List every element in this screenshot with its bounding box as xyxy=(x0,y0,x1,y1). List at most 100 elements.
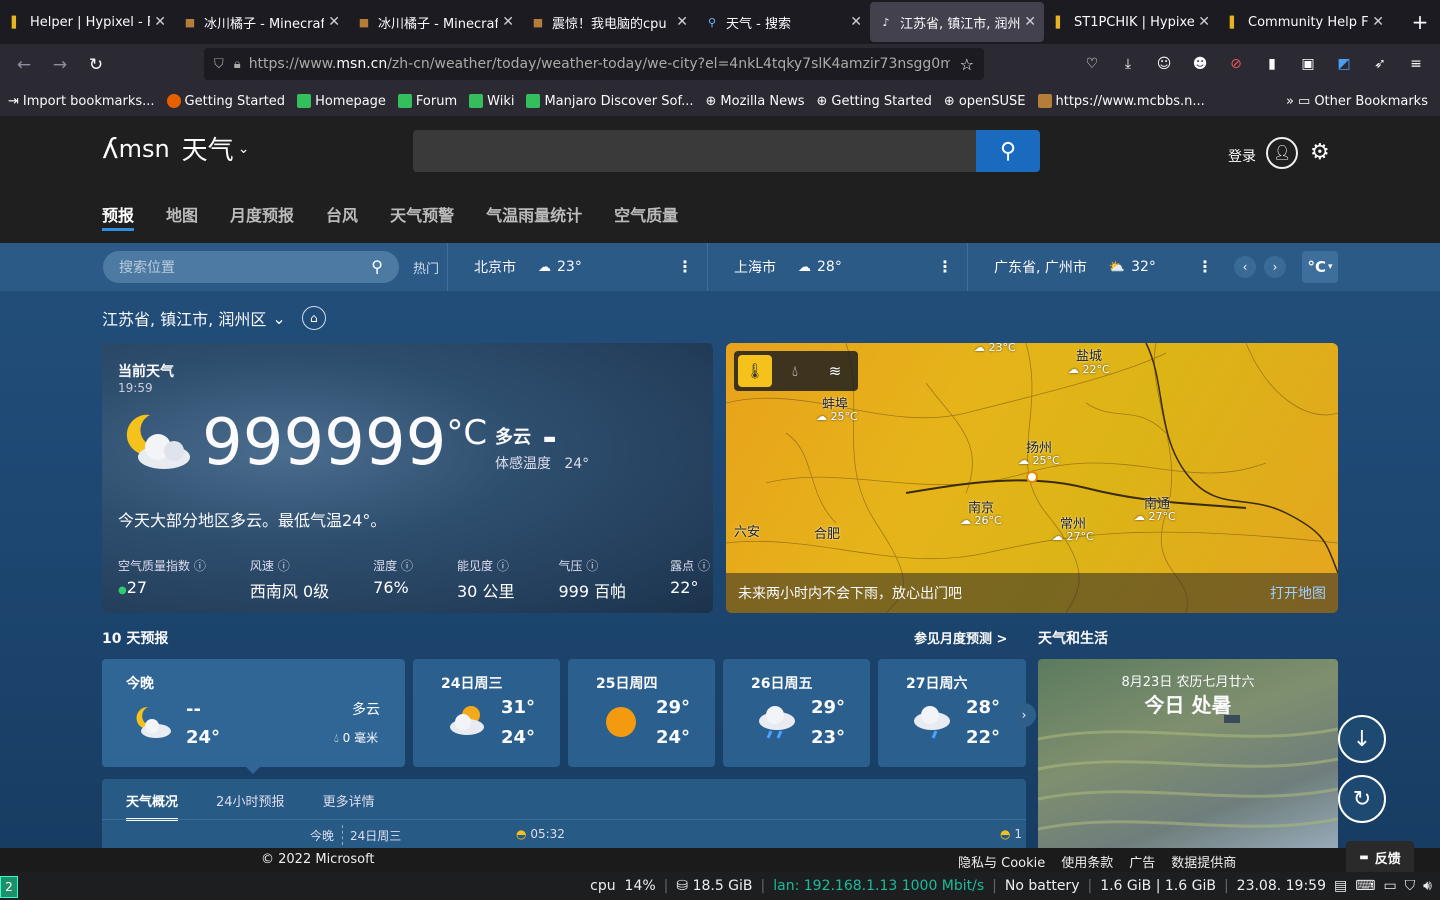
extension-avatar-icon[interactable]: ☺ xyxy=(1148,48,1180,80)
wind-icon[interactable]: ≋ xyxy=(818,355,852,387)
account-avatar-icon[interactable]: 👤︎ xyxy=(1266,137,1298,169)
hot-city[interactable]: 上海市 ☁ 28° ⋮ xyxy=(707,243,967,291)
stat-aqi[interactable]: 空气质量指数 ⓘ ●27 xyxy=(118,557,206,602)
lock-icon[interactable]: 🔒︎ xyxy=(234,57,241,72)
weather-map-card[interactable]: 🌡︎ 💧︎ ≋ ☁ 23°C 盐城 ☁ 22°C 蚌埠 ☁ 25°C 扬州 ☁ … xyxy=(726,343,1338,613)
more-icon[interactable]: ⋮ xyxy=(677,257,693,276)
browser-tab[interactable]: ■ 冰川橘子 - Minecraft ✕ xyxy=(174,2,348,42)
clock[interactable]: 23.08. 19:59 xyxy=(1237,878,1326,894)
nav-tab-monthly[interactable]: 月度预报 xyxy=(230,202,294,231)
keyboard-icon[interactable]: ⌨ xyxy=(1355,878,1375,894)
feedback-button[interactable]: ▬ 反馈 xyxy=(1346,841,1414,873)
info-icon[interactable]: ⓘ xyxy=(278,559,290,573)
footer-link[interactable]: 数据提供商 xyxy=(1171,852,1236,871)
close-icon[interactable]: ✕ xyxy=(328,14,340,30)
open-map-link[interactable]: 打开地图 xyxy=(1270,583,1326,603)
msn-logo[interactable]: ʎ msn 天气 ⌄ xyxy=(102,130,249,167)
more-icon[interactable]: ⋮ xyxy=(937,257,953,276)
back-button[interactable]: ← xyxy=(6,49,42,81)
extension-l-icon[interactable]: ▮ xyxy=(1256,48,1288,80)
info-icon[interactable]: ⓘ xyxy=(497,559,509,573)
nav-tab-stats[interactable]: 气温雨量统计 xyxy=(486,202,582,231)
stat-wind[interactable]: 风速 ⓘ 西南风 0级 xyxy=(250,557,329,602)
thermometer-icon[interactable]: 🌡︎ xyxy=(738,355,772,387)
msn-search-input[interactable]: ⚲ xyxy=(413,130,1040,172)
chevron-right-icon[interactable]: › xyxy=(1264,256,1286,278)
close-icon[interactable]: ✕ xyxy=(850,14,862,30)
url-bar[interactable]: ⛉ 🔒︎ https://www.msn.cn/zh-cn/weather/to… xyxy=(204,48,984,80)
browser-tab[interactable]: ■ 震惊！我电脑的cpu ✕ xyxy=(522,2,696,42)
browser-tab[interactable]: ▌ Community Help F ✕ xyxy=(1218,2,1392,42)
tab-overview[interactable]: 天气概况 xyxy=(126,791,179,821)
login-link[interactable]: 登录 xyxy=(1228,146,1256,166)
footer-link[interactable]: 隐私与 Cookie xyxy=(958,852,1045,871)
extension-translate-icon[interactable]: ◩ xyxy=(1328,48,1360,80)
close-icon[interactable]: ✕ xyxy=(1198,14,1210,30)
unit-selector[interactable]: °C ▾ xyxy=(1302,251,1338,283)
new-tab-button[interactable]: + xyxy=(1400,0,1440,44)
star-icon[interactable]: ☆ xyxy=(960,55,974,74)
forecast-day[interactable]: 26日周五 29° 23° xyxy=(723,659,870,767)
info-icon[interactable]: ⓘ xyxy=(698,559,710,573)
tab-details[interactable]: 更多详情 xyxy=(323,791,375,821)
stat-dewpoint[interactable]: 露点 ⓘ 22° xyxy=(670,557,710,602)
message-icon[interactable]: ▬ xyxy=(543,431,556,447)
info-icon[interactable]: ⓘ xyxy=(586,559,598,573)
volume-icon[interactable]: 🔊︎ xyxy=(1423,878,1432,894)
clipboard-icon[interactable]: ▤ xyxy=(1334,878,1347,894)
forecast-day-tonight[interactable]: 今晚 -- 24° 多云 💧︎ 0 毫米 xyxy=(102,659,405,767)
bookmark-item[interactable]: ⊕ Getting Started xyxy=(816,94,931,109)
nav-tab-forecast[interactable]: 预报 xyxy=(102,202,135,231)
menu-icon[interactable]: ≡ xyxy=(1400,48,1432,80)
location-search-input[interactable]: 搜索位置 ⚲ xyxy=(103,251,399,283)
close-icon[interactable]: ✕ xyxy=(1372,14,1384,30)
bookmark-item[interactable]: Homepage xyxy=(297,94,386,109)
url-text[interactable]: https://www.msn.cn/zh-cn/weather/today/w… xyxy=(249,56,950,72)
extension-mask-icon[interactable]: ☻ xyxy=(1184,48,1216,80)
close-icon[interactable]: ✕ xyxy=(676,14,688,30)
extension-blocked-icon[interactable]: ⊘ xyxy=(1220,48,1252,80)
reload-button[interactable]: ↻ xyxy=(78,49,114,81)
display-icon[interactable]: ▭ xyxy=(1383,878,1396,894)
bookmark-item[interactable]: https://www.mcbbs.n... xyxy=(1037,94,1205,109)
monthly-forecast-link[interactable]: 参见月度预测 > xyxy=(914,628,1007,647)
browser-tab[interactable]: ⚲ 天气 - 搜索 ✕ xyxy=(696,2,870,42)
info-icon[interactable]: ⓘ xyxy=(401,559,413,573)
location-title[interactable]: 江苏省, 镇江市, 润州区 ⌄ ⌂ xyxy=(102,306,326,330)
chevron-right-icon[interactable]: › xyxy=(1012,703,1036,727)
refresh-icon[interactable]: ↻ xyxy=(1338,775,1386,823)
chevron-left-icon[interactable]: ‹ xyxy=(1234,256,1256,278)
search-button[interactable]: ⚲ xyxy=(976,130,1040,172)
tab-hourly[interactable]: 24小时预报 xyxy=(216,791,285,821)
bookmark-item[interactable]: Wiki xyxy=(469,94,514,109)
hot-city[interactable]: 广东省, 广州市 ⛅ 32° ⋮ xyxy=(967,243,1227,291)
stat-visibility[interactable]: 能见度 ⓘ 30 公里 xyxy=(457,557,514,602)
search-icon[interactable]: ⚲ xyxy=(371,257,383,276)
chevron-down-icon[interactable]: ⌄ xyxy=(272,309,285,328)
other-bookmarks[interactable]: ▭ Other Bookmarks xyxy=(1298,94,1428,109)
home-icon[interactable]: ⌂ xyxy=(301,306,326,330)
drop-icon[interactable]: 💧︎ xyxy=(778,355,812,387)
forecast-day[interactable]: 25日周四 29° 24° xyxy=(568,659,715,767)
bookmark-item[interactable]: ⊕ openSUSE xyxy=(944,94,1026,109)
bookmark-item[interactable]: ⊕ Mozilla News xyxy=(706,94,805,109)
extension-gamepad-icon[interactable]: ▣ xyxy=(1292,48,1324,80)
arrow-down-icon[interactable]: ↓ xyxy=(1338,715,1386,763)
close-icon[interactable]: ✕ xyxy=(1024,14,1036,30)
forward-button[interactable]: → xyxy=(42,49,78,81)
stat-pressure[interactable]: 气压 ⓘ 999 百帕 xyxy=(558,557,626,602)
bookmarks-overflow-icon[interactable]: » xyxy=(1286,94,1294,109)
nav-tab-map[interactable]: 地图 xyxy=(166,202,198,231)
more-icon[interactable]: ⋮ xyxy=(1197,257,1213,276)
bookmark-item[interactable]: ⇥ Import bookmarks... xyxy=(8,94,155,109)
download-icon[interactable]: ⤓ xyxy=(1112,48,1144,80)
shield-icon[interactable]: ⛉ xyxy=(214,57,224,72)
close-icon[interactable]: ✕ xyxy=(154,14,166,30)
bookmark-item[interactable]: Getting Started xyxy=(166,94,285,109)
browser-tab-active[interactable]: ♪ 江苏省, 镇江市, 润州 ✕ xyxy=(870,2,1044,42)
footer-link[interactable]: 使用条款 xyxy=(1061,852,1113,871)
close-icon[interactable]: ✕ xyxy=(502,14,514,30)
forecast-day[interactable]: 24日周三 31° 24° xyxy=(413,659,560,767)
footer-link[interactable]: 广告 xyxy=(1129,852,1155,871)
browser-tab[interactable]: ■ 冰川橘子 - Minecraft ✕ xyxy=(348,2,522,42)
